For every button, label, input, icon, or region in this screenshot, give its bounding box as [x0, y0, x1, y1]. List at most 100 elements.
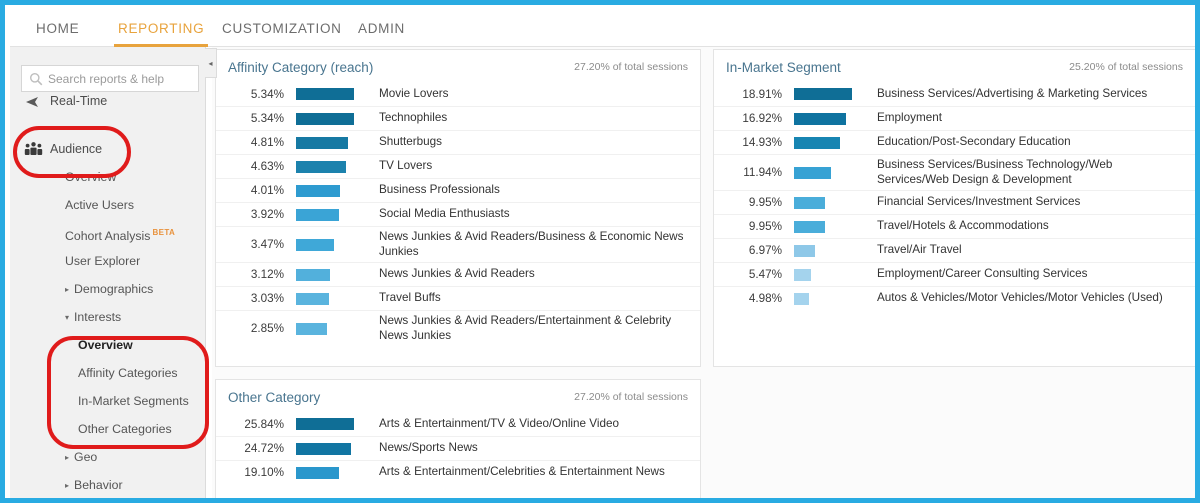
- table-row[interactable]: 24.72% News/Sports News: [216, 436, 700, 460]
- table-row[interactable]: 5.47% Employment/Career Consulting Servic…: [714, 262, 1195, 286]
- row-bar: [294, 112, 379, 125]
- row-label: Autos & Vehicles/Motor Vehicles/Motor Ve…: [877, 291, 1163, 305]
- row-percent: 4.98%: [748, 292, 782, 305]
- sidebar-item-audience[interactable]: Audience: [10, 135, 205, 163]
- nav-tab-home[interactable]: HOME: [32, 10, 83, 47]
- panel-header: In-Market Segment 25.20% of total sessio…: [714, 50, 1195, 82]
- row-bar: [792, 88, 877, 100]
- row-label: Business Services/Advertising & Marketin…: [877, 86, 1148, 100]
- chevron-right-icon: ▸: [65, 284, 70, 294]
- row-bar: [792, 112, 877, 125]
- row-percent: 18.91%: [742, 87, 782, 101]
- row-bar: [294, 160, 379, 173]
- screenshot-frame: HOME REPORTING CUSTOMIZATION ADMIN Searc…: [0, 0, 1200, 503]
- row-percent: 24.72%: [244, 442, 284, 455]
- sidebar-item-in-market-segments[interactable]: In-Market Segments: [10, 387, 205, 415]
- row-label: News Junkies & Avid Readers/Entertainmen…: [379, 314, 672, 342]
- table-row[interactable]: 11.94% Business Services/Business Technol…: [714, 154, 1195, 190]
- sidebar-item-affinity-categories[interactable]: Affinity Categories: [10, 359, 205, 387]
- row-percent: 3.92%: [250, 208, 284, 221]
- sidebar-collapse-button[interactable]: ◂: [205, 48, 217, 78]
- panel-title: Affinity Category (reach): [228, 60, 374, 75]
- row-label: Arts & Entertainment/TV & Video/Online V…: [379, 416, 619, 430]
- row-percent: 5.34%: [250, 87, 284, 101]
- row-percent: 3.47%: [250, 238, 284, 251]
- row-percent: 4.81%: [250, 136, 284, 149]
- row-bar: [294, 466, 379, 479]
- row-label: Travel/Hotels & Accommodations: [877, 219, 1049, 233]
- panel-title: Other Category: [228, 390, 321, 405]
- sidebar-group-geo[interactable]: ▸ Geo: [10, 443, 205, 471]
- table-row[interactable]: 14.93% Education/Post-Secondary Education: [714, 130, 1195, 154]
- sidebar-group-demographics[interactable]: ▸ Demographics: [10, 275, 205, 303]
- row-percent: 16.92%: [742, 112, 782, 125]
- table-row[interactable]: 4.98% Autos & Vehicles/Motor Vehicles/Mot…: [714, 286, 1195, 310]
- table-row[interactable]: 3.12% News Junkies & Avid Readers: [216, 262, 700, 286]
- top-navigation-bar: HOME REPORTING CUSTOMIZATION ADMIN: [10, 10, 1195, 47]
- row-bar: [792, 220, 877, 233]
- search-input[interactable]: Search reports & help: [21, 65, 199, 92]
- table-row[interactable]: 9.95% Travel/Hotels & Accommodations: [714, 214, 1195, 238]
- nav-tab-customization[interactable]: CUSTOMIZATION: [218, 10, 346, 47]
- row-percent: 4.01%: [250, 184, 284, 197]
- table-row[interactable]: 3.03% Travel Buffs: [216, 286, 700, 310]
- sidebar-item-interests-overview[interactable]: Overview: [10, 331, 205, 359]
- bar-chart-rows: 18.91% Business Services/Advertising & Ma…: [714, 82, 1195, 310]
- table-row[interactable]: 9.95% Financial Services/Investment Servi…: [714, 190, 1195, 214]
- row-percent: 5.47%: [748, 268, 782, 281]
- table-row[interactable]: 16.92% Employment: [714, 106, 1195, 130]
- table-row[interactable]: 5.34% Movie Lovers: [216, 82, 700, 106]
- sidebar-group-label: Geo: [74, 450, 98, 464]
- sidebar-group-label: Interests: [74, 310, 122, 324]
- row-percent: 25.84%: [244, 417, 284, 431]
- row-percent: 19.10%: [244, 466, 284, 479]
- row-percent: 14.93%: [742, 136, 782, 149]
- row-label: Shutterbugs: [379, 135, 443, 149]
- row-label: TV Lovers: [379, 159, 433, 173]
- sidebar-item-user-explorer[interactable]: User Explorer: [10, 247, 205, 275]
- table-row[interactable]: 4.01% Business Professionals: [216, 178, 700, 202]
- row-label: Arts & Entertainment/Celebrities & Enter…: [379, 465, 665, 479]
- row-label: Movie Lovers: [379, 86, 449, 100]
- sidebar-item-label: Cohort Analysis: [65, 229, 151, 244]
- row-label: Business Services/Business Technology/We…: [877, 158, 1113, 186]
- panel-subtitle: 25.20% of total sessions: [1069, 61, 1183, 73]
- row-bar: [294, 322, 379, 335]
- people-group-icon: [24, 141, 46, 157]
- chevron-down-icon: ▾: [65, 312, 70, 322]
- table-row[interactable]: 3.92% Social Media Enthusiasts: [216, 202, 700, 226]
- table-row[interactable]: 4.81% Shutterbugs: [216, 130, 700, 154]
- row-label: News Junkies & Avid Readers: [379, 267, 535, 281]
- chevron-right-icon: ▸: [65, 480, 70, 490]
- nav-tab-admin[interactable]: ADMIN: [354, 10, 409, 47]
- row-percent: 11.94%: [743, 166, 782, 179]
- nav-tab-reporting[interactable]: REPORTING: [114, 10, 209, 47]
- table-row[interactable]: 4.63% TV Lovers: [216, 154, 700, 178]
- table-row[interactable]: 5.34% Technophiles: [216, 106, 700, 130]
- table-row[interactable]: 25.84% Arts & Entertainment/TV & Video/On…: [216, 412, 700, 436]
- sidebar-item-overview[interactable]: Overview: [10, 163, 205, 191]
- table-row[interactable]: 18.91% Business Services/Advertising & Ma…: [714, 82, 1195, 106]
- sidebar-group-interests[interactable]: ▾ Interests: [10, 303, 205, 331]
- sidebar-group-behavior[interactable]: ▸ Behavior: [10, 471, 205, 498]
- row-percent: 2.85%: [250, 322, 284, 335]
- row-bar: [294, 418, 379, 430]
- table-row[interactable]: 3.47% News Junkies & Avid Readers/Busines…: [216, 226, 700, 262]
- sidebar-item-active-users[interactable]: Active Users: [10, 191, 205, 219]
- sidebar-item-other-categories[interactable]: Other Categories: [10, 415, 205, 443]
- row-percent: 9.95%: [748, 196, 782, 209]
- row-label: Financial Services/Investment Services: [877, 195, 1081, 209]
- row-bar: [792, 196, 877, 209]
- row-label: Education/Post-Secondary Education: [877, 135, 1071, 149]
- sidebar-item-label: Real-Time: [50, 94, 108, 108]
- row-bar: [294, 268, 379, 281]
- panel-in-market-segment: In-Market Segment 25.20% of total sessio…: [713, 49, 1195, 367]
- table-row[interactable]: 2.85% News Junkies & Avid Readers/Enterta…: [216, 310, 700, 346]
- row-label: Employment: [877, 111, 942, 125]
- row-percent: 5.34%: [250, 112, 284, 125]
- panel-title: In-Market Segment: [726, 60, 841, 75]
- table-row[interactable]: 19.10% Arts & Entertainment/Celebrities &…: [216, 460, 700, 484]
- table-row[interactable]: 6.97% Travel/Air Travel: [714, 238, 1195, 262]
- search-icon: [29, 72, 43, 86]
- sidebar-item-cohort-analysis[interactable]: Cohort Analysis BETA: [10, 219, 205, 247]
